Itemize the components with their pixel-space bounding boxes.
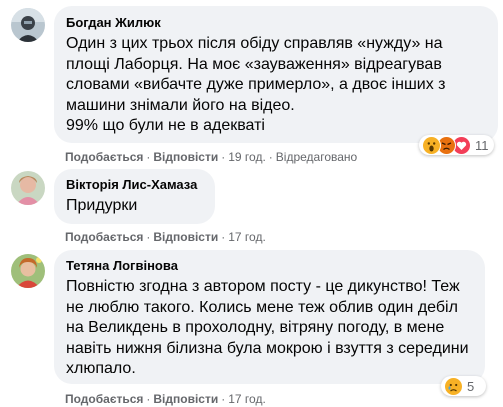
timestamp[interactable]: 17 год. (228, 392, 266, 406)
reactions-summary[interactable]: 11 (419, 135, 494, 155)
timestamp[interactable]: 17 год. (228, 230, 266, 244)
reaction-count: 5 (467, 378, 475, 394)
avatar[interactable] (11, 171, 45, 205)
comment-text: Один з цих трьох після обіду справляв «н… (66, 35, 446, 134)
comment-actions: Подобається · Відповісти · 17 год. (65, 230, 266, 244)
like-link[interactable]: Подобається (65, 150, 143, 164)
reply-link[interactable]: Відповісти (153, 392, 218, 406)
sad-face-icon (444, 376, 463, 396)
comment-text: Повністю згодна з автором посту - це дик… (66, 278, 469, 377)
avatar[interactable] (11, 8, 45, 42)
avatar[interactable] (11, 254, 45, 288)
avatar-photo-icon (11, 171, 45, 205)
comment-bubble: Тетяна Логвінова Повністю згодна з автор… (54, 250, 485, 384)
like-link[interactable]: Подобається (65, 230, 143, 244)
like-link[interactable]: Подобається (65, 392, 143, 406)
comment-author[interactable]: Богдан Жилюк (66, 15, 486, 31)
reply-link[interactable]: Відповісти (153, 150, 218, 164)
comment-text: Придурки (66, 197, 138, 214)
comment-author[interactable]: Вікторія Лис-Хамаза (66, 177, 203, 193)
timestamp[interactable]: 19 год. (228, 150, 266, 164)
comment-actions: Подобається · Відповісти · 17 год. (65, 392, 266, 406)
edited-label: Відредаговано (275, 150, 358, 164)
avatar-photo-icon (11, 8, 45, 42)
comment-bubble: Вікторія Лис-Хамаза Придурки (54, 169, 215, 224)
wow-face-icon (422, 135, 441, 155)
reactions-summary[interactable]: 5 (441, 376, 486, 396)
reply-link[interactable]: Відповісти (153, 230, 218, 244)
avatar-photo-icon (11, 254, 45, 288)
reaction-count: 11 (475, 137, 489, 153)
comment-actions: Подобається · Відповісти · 19 год. · Відредаго… (65, 150, 358, 164)
comment-bubble: Богдан Жилюк Один з цих трьох після обід… (54, 6, 498, 143)
comment-author[interactable]: Тетяна Логвінова (66, 258, 473, 274)
